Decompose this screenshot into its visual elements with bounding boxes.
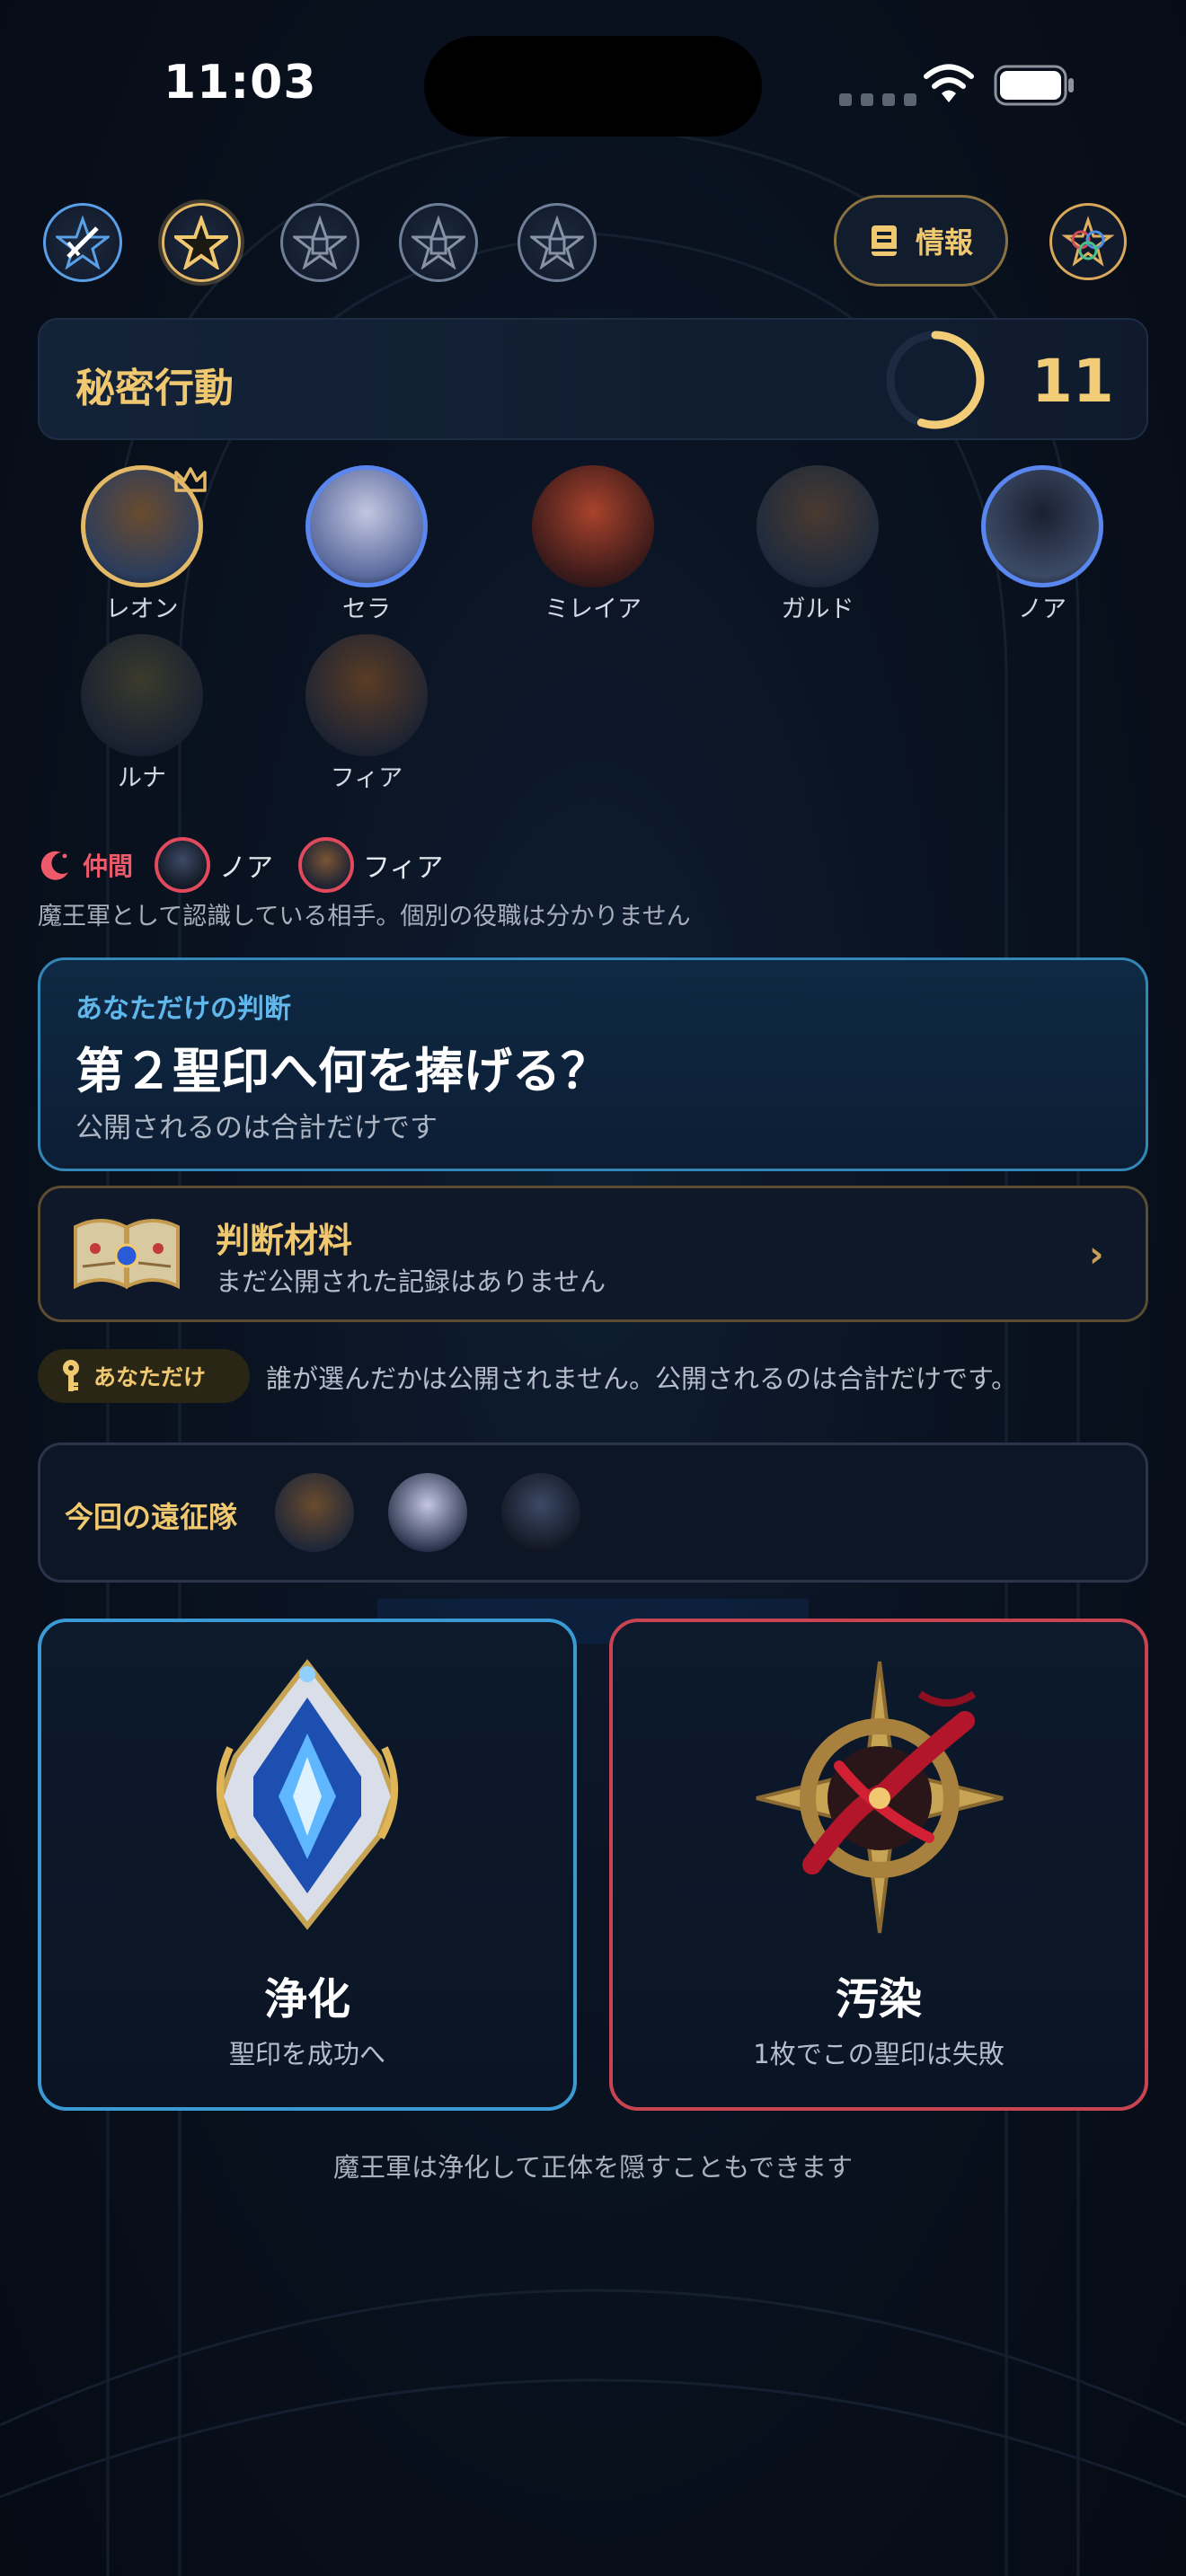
chevron-right-icon: › [1089, 1234, 1104, 1275]
pentagram-icon [412, 216, 465, 269]
emblem-button[interactable] [1049, 203, 1127, 280]
blue-crystal-emblem-icon [216, 1659, 399, 1930]
role-round-1-icon[interactable] [43, 203, 122, 282]
decision-subtitle: 公開されるのは合計だけです [75, 1112, 438, 1144]
player-card[interactable]: ルナ [61, 634, 223, 793]
avatar [757, 465, 879, 587]
role-round-5-icon[interactable] [518, 203, 597, 282]
only-you-badge: あなただけ [38, 1349, 250, 1403]
ally-avatar [155, 837, 211, 893]
expedition-label: 今回の遠征隊 [65, 1500, 238, 1534]
timer-ring-icon [886, 331, 985, 429]
role-round-4-icon[interactable] [399, 203, 478, 282]
timer-count: 11 [1031, 347, 1114, 416]
dynamic-island [424, 36, 762, 137]
role-round-2-icon[interactable] [162, 203, 241, 282]
corrupted-compass-emblem-icon [756, 1661, 1004, 1934]
avatar [305, 634, 428, 756]
corrupt-title: 汚染 [835, 1974, 922, 2025]
crown-icon [174, 467, 207, 492]
ally-avatar [298, 837, 355, 893]
allies-note: 魔王軍として認識している相手。個別の役職は分かりません [38, 903, 691, 931]
player-name: ノア [1018, 595, 1067, 623]
key-icon [63, 1360, 79, 1391]
allies-row: 仲間 ノア フィア [38, 837, 459, 893]
purify-subtitle: 聖印を成功へ [228, 2039, 385, 2069]
player-name: ガルド [781, 595, 854, 623]
role-round-3-icon[interactable] [280, 203, 359, 282]
player-card[interactable]: ノア [961, 465, 1123, 624]
status-time: 11:03 [164, 56, 317, 110]
player-name: ルナ [118, 764, 166, 792]
allies-label: 仲間 [83, 851, 134, 881]
material-subtitle: まだ公開された記録はありません [216, 1266, 606, 1297]
material-title: 判断材料 [216, 1221, 353, 1260]
avatar [532, 465, 654, 587]
player-name: レオン [105, 595, 179, 623]
decision-title: 第２聖印へ何を捧げる？ [75, 1043, 609, 1099]
decision-label: あなただけの判断 [75, 993, 291, 1025]
avatar [981, 465, 1103, 587]
player-name: セラ [342, 595, 391, 623]
only-you-label: あなただけ [93, 1364, 207, 1390]
pentagram-icon [293, 216, 347, 269]
star-icon [174, 216, 228, 269]
wifi-icon [924, 64, 974, 102]
player-card[interactable]: フィア [286, 634, 447, 793]
player-card[interactable]: ガルド [737, 465, 898, 624]
player-card[interactable]: ミレイア [512, 465, 674, 624]
corrupt-subtitle: 1枚でこの聖印は失敗 [753, 2039, 1005, 2069]
phase-title: 秘密行動 [75, 366, 234, 411]
material-card[interactable] [38, 1186, 1148, 1322]
privacy-note: 誰が選んだかは公開されません。公開されるのは合計だけです。 [266, 1363, 1018, 1394]
battery-icon [994, 65, 1074, 106]
ally-name: ノア [219, 852, 274, 884]
book-icon [871, 225, 897, 256]
expedition-member-avatar [275, 1473, 354, 1552]
player-name: ミレイア [544, 595, 642, 623]
moon-icon [40, 851, 68, 880]
signal-dots-icon [839, 93, 916, 106]
player-card[interactable]: セラ [286, 465, 447, 624]
avatar [305, 465, 428, 587]
crossed-swords-pentagram-icon [56, 216, 110, 269]
pentagram-icon [530, 216, 584, 269]
expedition-member-avatar [388, 1473, 467, 1552]
purify-title: 浄化 [263, 1974, 350, 2025]
ally-name: フィア [363, 852, 444, 884]
info-button-label: 情報 [915, 225, 973, 260]
tricolor-pentagram-icon [1061, 216, 1115, 267]
expedition-member-avatar [501, 1473, 580, 1552]
avatar [81, 634, 203, 756]
info-button[interactable]: 情報 [834, 195, 1008, 287]
player-name: フィア [330, 764, 403, 792]
footer-note: 魔王軍は浄化して正体を隠すこともできます [333, 2152, 853, 2183]
open-book-icon [74, 1219, 180, 1290]
